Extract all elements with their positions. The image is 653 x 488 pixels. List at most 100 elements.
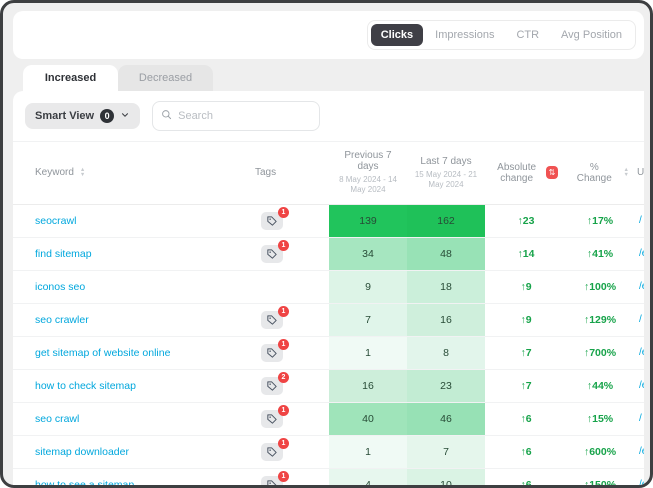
previous-value-cell: 40: [329, 402, 407, 435]
last-value-cell: 10: [407, 468, 485, 488]
last-value-cell: 46: [407, 402, 485, 435]
metric-button-impressions[interactable]: Impressions: [425, 24, 504, 46]
top-toolbar: Clicks Impressions CTR Avg Position: [13, 11, 644, 59]
tag-icon: [267, 381, 277, 391]
absolute-change-cell: ↑23: [485, 204, 567, 237]
table-row: how to see a sitemap1410↑6↑150%/en: [13, 468, 644, 488]
tags-cell: 1: [251, 204, 329, 237]
keyword-link[interactable]: find sitemap: [13, 237, 251, 270]
url-link[interactable]: /en: [633, 369, 644, 402]
previous-value-cell: 7: [329, 303, 407, 336]
keyword-link[interactable]: sitemap downloader: [13, 435, 251, 468]
keyword-link[interactable]: seocrawl: [13, 204, 251, 237]
sort-icon-percent-change[interactable]: ▲▼: [624, 168, 629, 178]
url-link[interactable]: /: [633, 303, 644, 336]
percent-change-cell: ↑100%: [567, 270, 633, 303]
tab-increased[interactable]: Increased: [23, 65, 118, 91]
percent-change-cell: ↑41%: [567, 237, 633, 270]
tag-chip[interactable]: 2: [261, 377, 283, 395]
tag-icon: [267, 348, 277, 358]
tag-chip[interactable]: 1: [261, 212, 283, 230]
tag-chip[interactable]: 1: [261, 476, 283, 488]
url-link[interactable]: /: [633, 204, 644, 237]
keyword-link[interactable]: seo crawler: [13, 303, 251, 336]
keyword-link[interactable]: how to check sitemap: [13, 369, 251, 402]
search-icon: [161, 107, 172, 125]
percent-change-header-label: % Change: [571, 162, 618, 184]
column-header-last: Last 7 days 15 May 2024 - 21 May 2024: [407, 142, 485, 205]
tag-count-badge: 1: [278, 471, 289, 482]
absolute-change-cell: ↑6: [485, 468, 567, 488]
tags-cell: 1: [251, 237, 329, 270]
absolute-change-cell: ↑7: [485, 336, 567, 369]
keywords-table: Keyword ▲▼ Tags Previous 7 days 8 May 20…: [13, 141, 644, 488]
last-value-cell: 8: [407, 336, 485, 369]
tag-chip[interactable]: 1: [261, 344, 283, 362]
metric-button-avg-position[interactable]: Avg Position: [551, 24, 632, 46]
table-row: how to check sitemap21623↑7↑44%/en: [13, 369, 644, 402]
absolute-change-cell: ↑9: [485, 270, 567, 303]
keyword-link[interactable]: how to see a sitemap: [13, 468, 251, 488]
tag-chip[interactable]: 1: [261, 311, 283, 329]
smart-view-label: Smart View: [35, 110, 94, 122]
metric-button-clicks[interactable]: Clicks: [371, 24, 423, 46]
percent-change-cell: ↑15%: [567, 402, 633, 435]
metric-button-ctr[interactable]: CTR: [506, 24, 549, 46]
tags-cell: [251, 270, 329, 303]
last-value-cell: 162: [407, 204, 485, 237]
tag-count-badge: 1: [278, 306, 289, 317]
column-header-tags: Tags: [251, 142, 329, 205]
percent-change-cell: ↑17%: [567, 204, 633, 237]
tag-icon: [267, 249, 277, 259]
column-header-absolute-change: Absolute change ⇅: [485, 142, 567, 205]
previous-header-label: Previous 7 days: [333, 150, 403, 172]
active-sort-icon[interactable]: ⇅: [546, 166, 559, 179]
url-link[interactable]: /: [633, 402, 644, 435]
tag-count-badge: 1: [278, 405, 289, 416]
sort-icon-keyword[interactable]: ▲▼: [80, 168, 85, 178]
url-link[interactable]: /en: [633, 336, 644, 369]
table-header-row: Keyword ▲▼ Tags Previous 7 days 8 May 20…: [13, 142, 644, 205]
tag-chip[interactable]: 1: [261, 245, 283, 263]
chevron-down-icon: [120, 110, 130, 123]
last-value-cell: 18: [407, 270, 485, 303]
absolute-change-cell: ↑6: [485, 435, 567, 468]
tab-decreased[interactable]: Decreased: [118, 65, 213, 91]
table-body: seocrawl1139162↑23↑17%/find sitemap13448…: [13, 204, 644, 488]
url-link[interactable]: /em: [633, 270, 644, 303]
table-row: iconos seo918↑9↑100%/em: [13, 270, 644, 303]
absolute-change-header-label: Absolute change: [494, 162, 540, 184]
url-link[interactable]: /en: [633, 468, 644, 488]
url-link[interactable]: /en: [633, 237, 644, 270]
absolute-change-cell: ↑9: [485, 303, 567, 336]
search-input[interactable]: [178, 110, 311, 122]
column-header-previous: Previous 7 days 8 May 2024 - 14 May 2024: [329, 142, 407, 205]
tag-chip[interactable]: 1: [261, 410, 283, 428]
tags-cell: 1: [251, 336, 329, 369]
dashboard-window: Clicks Impressions CTR Avg Position Incr…: [0, 0, 653, 488]
keyword-link[interactable]: get sitemap of website online: [13, 336, 251, 369]
absolute-change-cell: ↑14: [485, 237, 567, 270]
table-row: sitemap downloader117↑6↑600%/en: [13, 435, 644, 468]
tag-icon: [267, 447, 277, 457]
column-header-percent-change: % Change ▲▼: [567, 142, 633, 205]
previous-value-cell: 4: [329, 468, 407, 488]
percent-change-cell: ↑600%: [567, 435, 633, 468]
tab-bar: Increased Decreased: [23, 65, 213, 91]
smart-view-button[interactable]: Smart View 0: [25, 103, 140, 129]
last-header-label: Last 7 days: [411, 156, 481, 167]
tag-count-badge: 1: [278, 438, 289, 449]
url-link[interactable]: /en: [633, 435, 644, 468]
tags-header-label: Tags: [255, 167, 276, 178]
table-row: seocrawl 1 139162↑23↑17%/: [13, 204, 644, 237]
tag-chip[interactable]: 1: [261, 443, 283, 461]
tag-count-badge: 2: [278, 372, 289, 383]
table-row: find sitemap13448↑14↑41%/en: [13, 237, 644, 270]
tag-count-badge: 1: [278, 207, 289, 218]
keyword-link[interactable]: iconos seo: [13, 270, 251, 303]
tags-cell: 1: [251, 435, 329, 468]
keyword-link[interactable]: seo crawl: [13, 402, 251, 435]
table-row: seo crawl14046↑6↑15%/: [13, 402, 644, 435]
previous-value-cell: 139: [329, 204, 407, 237]
tags-cell: 2: [251, 369, 329, 402]
